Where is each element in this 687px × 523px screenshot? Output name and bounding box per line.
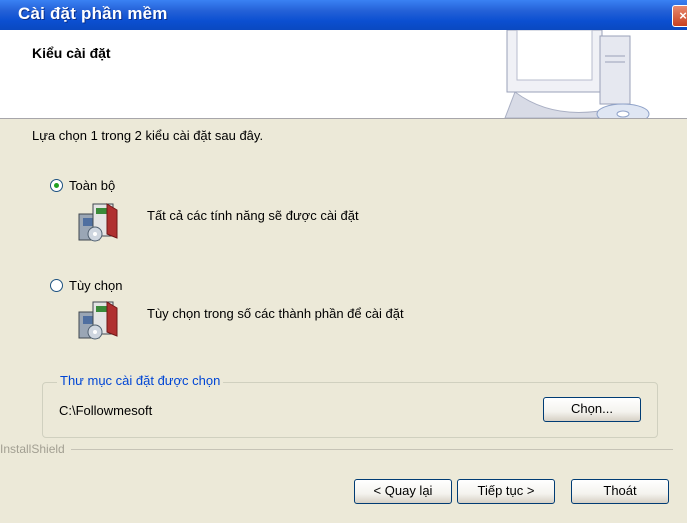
computer-illustration-icon	[504, 30, 650, 118]
radio-label-full: Toàn bộ	[69, 178, 116, 193]
option-description-full: Tất cả các tính năng sẽ được cài đặt	[147, 208, 359, 223]
instruction-text: Lựa chọn 1 trong 2 kiểu cài đặt sau đây.	[32, 128, 264, 143]
group-legend: Thư mục cài đặt được chọn	[57, 373, 224, 388]
page-title: Kiểu cài đặt	[32, 45, 111, 61]
back-button[interactable]: < Quay lại	[354, 479, 452, 504]
back-button-label: < Quay lại	[373, 483, 433, 498]
exit-button-label: Thoát	[603, 483, 637, 498]
browse-button-label: Chọn...	[571, 401, 613, 416]
close-button[interactable]: ×	[672, 5, 687, 27]
window-title: Cài đặt phần mềm	[18, 4, 168, 23]
next-button[interactable]: Tiếp tục >	[457, 479, 555, 504]
radio-label-custom: Tùy chọn	[69, 278, 123, 293]
radio-option-custom[interactable]: Tùy chọn	[50, 278, 122, 293]
header-panel: Kiểu cài đặt	[0, 30, 687, 119]
installer-window: Cài đặt phần mềm × Kiểu cài đặt Lựa chọn…	[0, 0, 687, 523]
full-install-icon	[78, 203, 118, 242]
custom-install-icon	[78, 301, 118, 340]
divider-line	[10, 449, 673, 450]
install-path: C:\Followmesoft	[59, 403, 153, 418]
radio-option-full[interactable]: Toàn bộ	[50, 178, 115, 193]
next-button-label: Tiếp tục >	[477, 483, 535, 498]
installshield-brand: InstallShield	[0, 442, 71, 456]
exit-button[interactable]: Thoát	[571, 479, 669, 504]
title-bar[interactable]: Cài đặt phần mềm ×	[0, 0, 687, 30]
install-folder-group: Thư mục cài đặt được chọn C:\Followmesof…	[42, 373, 658, 438]
radio-button-full[interactable]	[50, 179, 63, 192]
option-description-custom: Tùy chọn trong số các thành phần để cài …	[147, 306, 404, 321]
radio-button-custom[interactable]	[50, 279, 63, 292]
installshield-divider: InstallShield	[0, 442, 687, 456]
browse-button[interactable]: Chọn...	[543, 397, 641, 422]
